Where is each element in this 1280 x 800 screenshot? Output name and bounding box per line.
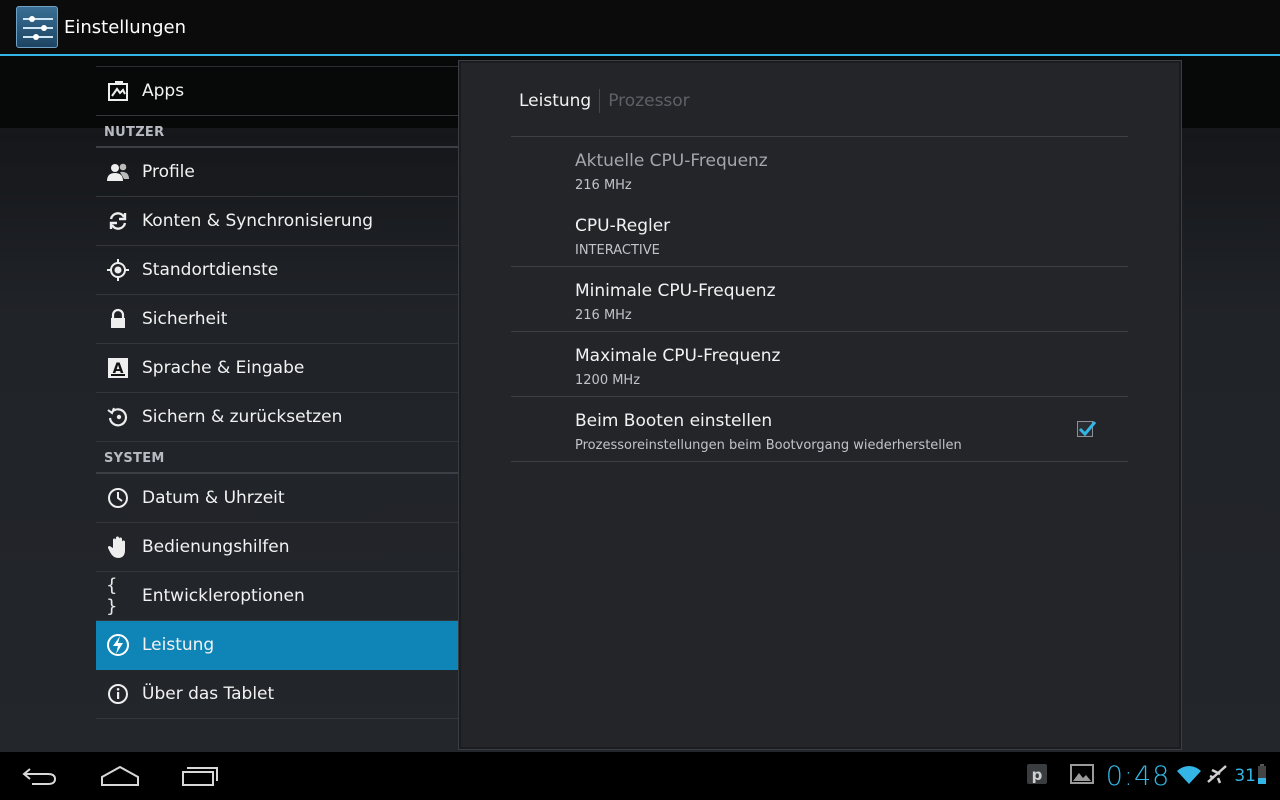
sidebar-item-security[interactable]: Sicherheit [96,295,458,344]
back-button[interactable] [0,752,80,800]
svg-text:p: p [1031,766,1042,784]
clock: 0:48 [1105,760,1171,792]
sidebar-item-language-input[interactable]: A Sprache & Eingabe [96,344,458,393]
recent-apps-icon [182,767,218,786]
action-bar: Einstellungen [0,0,1280,56]
recent-apps-button[interactable] [160,752,240,800]
section-header-user: NUTZER [96,116,458,148]
system-bar: p 0:48 31 [0,752,1280,800]
sidebar-item-accounts-sync[interactable]: Konten & Synchronisierung [96,197,458,246]
sidebar-item-label: Sprache & Eingabe [142,358,305,378]
sidebar-item-label: Profile [142,162,195,182]
sidebar-item-label: Entwickleroptionen [142,586,305,606]
pref-title: Aktuelle CPU-Frequenz [575,151,768,171]
pref-summary: 216 MHz [575,178,632,193]
sidebar-item-location[interactable]: Standortdienste [96,246,458,295]
set-on-boot-checkbox[interactable] [1077,421,1097,437]
sidebar-item-label: Sicherheit [142,309,228,329]
sidebar-item-date-time[interactable]: Datum & Uhrzeit [96,474,458,523]
pref-summary: 1200 MHz [575,373,641,388]
pref-set-on-boot[interactable]: Beim Booten einstellen Prozessoreinstell… [511,397,1128,462]
accessibility-hand-icon [106,535,130,559]
sidebar-item-about-tablet[interactable]: Über das Tablet [96,670,458,719]
settings-app-icon[interactable] [16,6,58,48]
airplane-icon [1206,764,1228,788]
battery-level: 31 [1234,766,1256,786]
pref-cpu-governor[interactable]: CPU-Regler INTERACTIVE [511,202,1128,267]
pref-summary: 216 MHz [575,308,632,323]
pref-title: Maximale CPU-Frequenz [575,346,781,366]
pref-summary: INTERACTIVE [575,243,660,258]
sidebar-item-backup-reset[interactable]: Sichern & zurücksetzen [96,393,458,442]
sidebar-item-performance[interactable]: Leistung [96,621,458,670]
pref-current-cpu-frequency: Aktuelle CPU-Frequenz 216 MHz [511,137,1128,202]
lock-icon [106,307,130,331]
sidebar-item-label: Apps [142,81,185,101]
panel-tabs: Leistung Prozessor [519,89,690,113]
pref-min-cpu-frequency[interactable]: Minimale CPU-Frequenz 216 MHz [511,267,1128,332]
sidebar-item-label: Über das Tablet [142,684,275,704]
apps-icon [106,79,130,103]
sidebar-item-accessibility[interactable]: Bedienungshilfen [96,523,458,572]
pref-title: Minimale CPU-Frequenz [575,281,776,301]
sidebar-item-label: Standortdienste [142,260,279,280]
checkmark-icon [1078,421,1097,437]
pref-title: Beim Booten einstellen [575,411,773,431]
image-notification-icon [1069,764,1094,788]
settings-headers-list: Apps NUTZER Profile Konten & Synchronisi… [96,66,458,719]
pref-max-cpu-frequency[interactable]: Maximale CPU-Frequenz 1200 MHz [511,332,1128,397]
sidebar-item-developer-options[interactable]: { } Entwickleroptionen [96,572,458,621]
developer-braces-icon: { } [106,575,118,617]
clock-icon [106,486,130,510]
pref-summary: Prozessoreinstellungen beim Bootvorgang … [575,438,962,453]
backup-icon [106,405,130,429]
profile-icon [106,160,130,184]
location-icon [106,258,130,282]
sync-icon [106,209,130,233]
tab-prozessor[interactable]: Prozessor [608,91,689,111]
sidebar-item-label: Konten & Synchronisierung [142,211,374,231]
home-button[interactable] [80,752,160,800]
wifi-icon [1176,764,1202,788]
sidebar-item-label: Sichern & zurücksetzen [142,407,343,427]
preferences-panel: Leistung Prozessor Aktuelle CPU-Frequenz… [458,60,1182,750]
sidebar-item-profile[interactable]: Profile [96,148,458,197]
battery-icon [1258,764,1266,788]
performance-bolt-icon [106,633,130,657]
tab-leistung[interactable]: Leistung [519,91,591,111]
pref-title: CPU-Regler [575,216,671,236]
sidebar-item-label: Bedienungshilfen [142,537,290,557]
back-arrow-icon [22,768,57,785]
status-area[interactable]: p 0:48 31 [1026,752,1280,800]
sidebar-item-apps[interactable]: Apps [96,66,458,116]
tab-divider [599,89,601,113]
home-icon [101,765,139,786]
sidebar-item-label: Leistung [142,635,215,655]
p-notification-icon: p [1026,763,1048,789]
sidebar-item-label: Datum & Uhrzeit [142,488,285,508]
language-icon: A [106,356,130,380]
action-bar-title: Einstellungen [64,16,187,38]
section-header-system: SYSTEM [96,442,458,474]
info-icon [106,682,130,706]
